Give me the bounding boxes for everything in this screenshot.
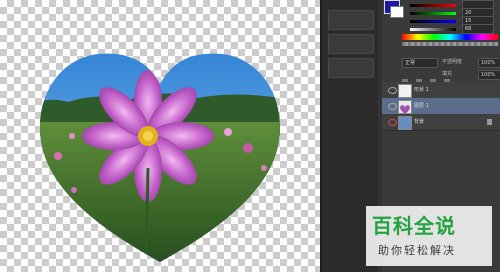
slider-k-value[interactable]: 68: [462, 24, 494, 34]
layer-thumbnail: [398, 116, 412, 130]
visibility-eye-icon[interactable]: [388, 87, 397, 94]
background-color-swatch[interactable]: [390, 6, 404, 18]
slider-b[interactable]: [410, 18, 456, 25]
opacity-input[interactable]: 100%: [478, 58, 500, 68]
slider-k[interactable]: [410, 26, 456, 33]
visibility-eye-icon[interactable]: [388, 103, 397, 110]
slider-g[interactable]: [410, 10, 456, 17]
visibility-eye-icon[interactable]: [388, 119, 397, 126]
lock-icon: [487, 119, 492, 125]
layer-thumbnail: [398, 84, 412, 98]
watermark-subtitle: 助你轻松解决: [378, 244, 456, 257]
layer-shape-1[interactable]: 形状 1: [382, 82, 500, 99]
heart-flower-image: [40, 53, 280, 263]
layer-name: 图层 1: [414, 103, 429, 109]
layer-background[interactable]: 背景: [382, 114, 500, 131]
slider-r[interactable]: [410, 2, 456, 9]
blend-mode-select[interactable]: 正常: [402, 58, 438, 68]
photoshop-window: 20 15 68 正常 不透明度 100% 填充 100% 形状 1 图层 1 …: [0, 0, 500, 272]
dock-tab-2[interactable]: [328, 34, 374, 54]
dock-tab-1[interactable]: [328, 10, 374, 30]
color-spectrum-bar[interactable]: [402, 34, 498, 40]
swatches-strip[interactable]: [402, 42, 498, 46]
document-canvas[interactable]: [0, 0, 320, 272]
fill-label: 填充: [442, 71, 453, 77]
layer-thumbnail: [398, 100, 412, 114]
layer-image-1[interactable]: 图层 1: [382, 98, 500, 115]
fill-input[interactable]: 100%: [478, 70, 500, 80]
layer-name: 背景: [414, 119, 425, 125]
layer-name: 形状 1: [414, 87, 429, 93]
canvas-area[interactable]: [0, 0, 322, 272]
opacity-label: 不透明度: [442, 59, 463, 65]
dock-tab-3[interactable]: [328, 58, 374, 78]
watermark: 百科全说 助你轻松解决: [366, 206, 492, 266]
watermark-title: 百科全说: [372, 214, 456, 238]
